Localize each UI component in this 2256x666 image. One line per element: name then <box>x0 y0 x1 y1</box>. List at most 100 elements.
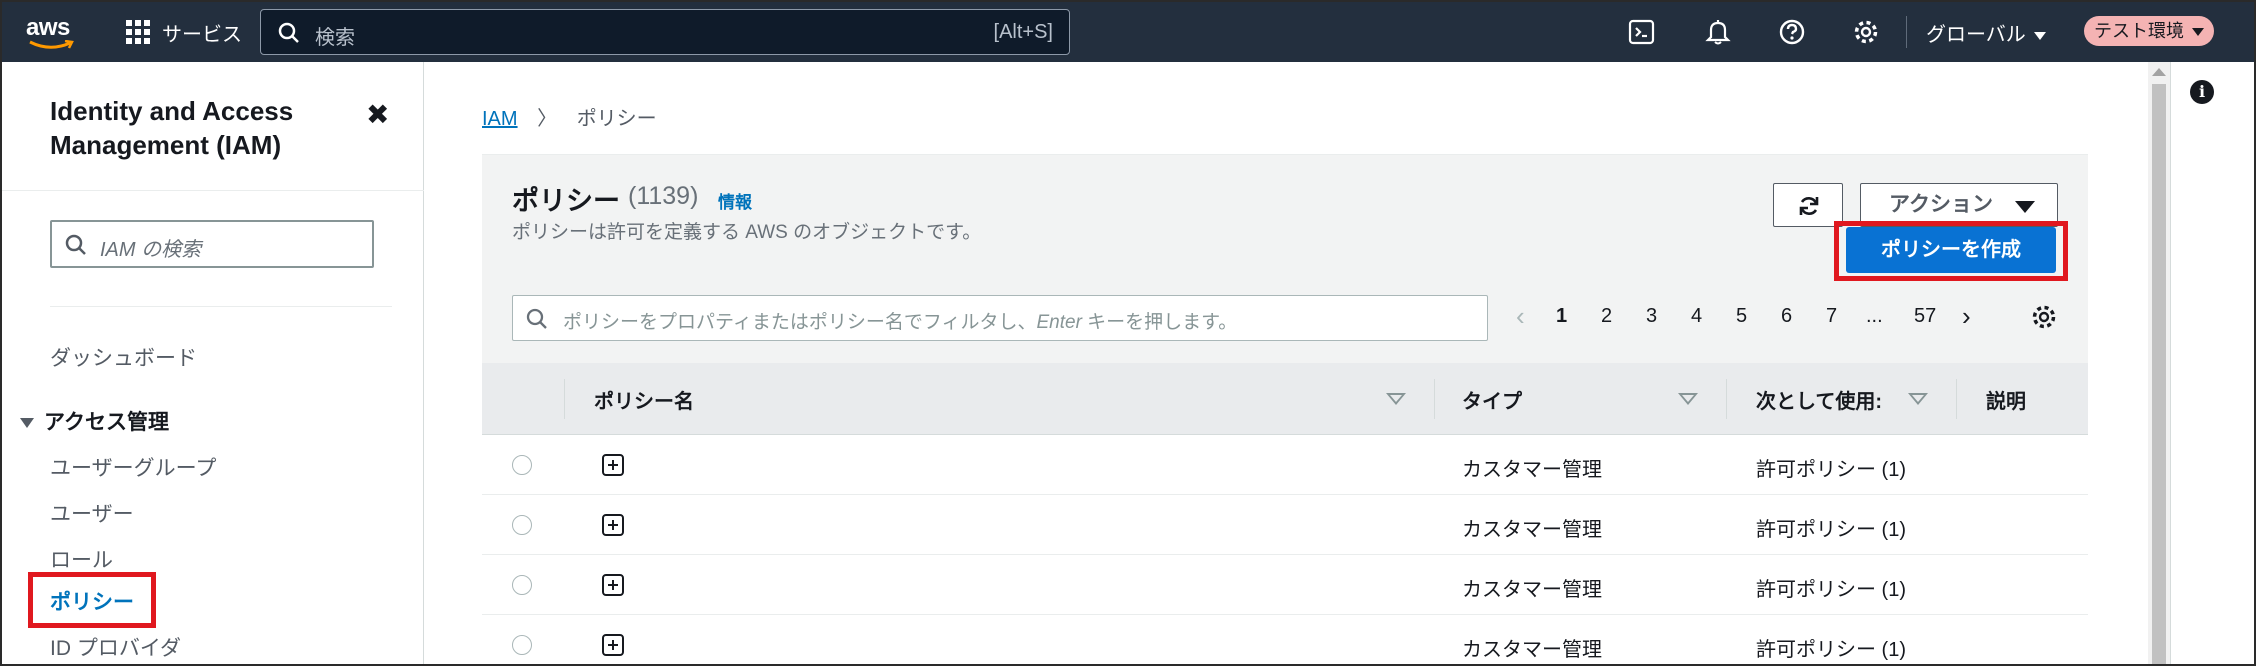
cloudshell-icon[interactable] <box>1628 18 1656 46</box>
page-3[interactable]: 3 <box>1646 305 1657 328</box>
column-header-used-as[interactable]: 次として使用: <box>1756 385 1882 414</box>
settings-gear-icon[interactable] <box>1852 18 1880 46</box>
sidebar-section-label: アクセス管理 <box>44 411 169 434</box>
cell-type: カスタマー管理 <box>1462 639 1602 661</box>
sort-icon[interactable] <box>1678 393 1698 405</box>
scroll-up-arrow-icon[interactable] <box>2152 68 2166 76</box>
region-label: グローバル <box>1926 24 2026 46</box>
expand-row-icon[interactable] <box>602 454 624 476</box>
cell-type: カスタマー管理 <box>1462 459 1602 481</box>
page-title: ポリシー <box>512 186 620 216</box>
nav-separator <box>1906 16 1907 48</box>
expand-row-icon[interactable] <box>602 574 624 596</box>
breadcrumb: IAM 〉 ポリシー <box>482 102 657 131</box>
sidebar-divider <box>50 306 392 307</box>
page-57[interactable]: 57 <box>1914 305 1936 328</box>
sidebar-item-roles[interactable]: ロール <box>50 544 113 574</box>
column-header-description[interactable]: 説明 <box>1986 385 2026 414</box>
breadcrumb-iam-link[interactable]: IAM <box>482 108 518 130</box>
table-row[interactable]: カスタマー管理 許可ポリシー (1) <box>482 435 2088 495</box>
aws-logo[interactable]: aws <box>26 12 82 52</box>
help-icon[interactable] <box>1778 18 1806 46</box>
cell-type: カスタマー管理 <box>1462 519 1602 541</box>
breadcrumb-current: ポリシー <box>576 108 657 130</box>
environment-label: テスト環境 <box>2094 21 2184 41</box>
iam-search-placeholder: IAM の検索 <box>100 239 202 261</box>
sidebar-section-access-management[interactable]: アクセス管理 <box>20 406 169 436</box>
caret-down-icon <box>2015 201 2035 213</box>
policies-table-container: ポリシー (1139) 情報 ポリシーは許可を定義する AWS のオブジェクトで… <box>482 154 2088 664</box>
table-row[interactable]: カスタマー管理 許可ポリシー (1) <box>482 615 2088 664</box>
cell-used-as[interactable]: 許可ポリシー (1) <box>1756 513 1906 542</box>
page-2[interactable]: 2 <box>1601 305 1612 328</box>
table-row[interactable]: カスタマー管理 許可ポリシー (1) <box>482 495 2088 555</box>
page-7[interactable]: 7 <box>1826 305 1837 328</box>
top-navigation-bar: aws サービス 検索 [Alt+S] グローバル テスト環境 <box>2 2 2254 62</box>
page-4[interactable]: 4 <box>1691 305 1702 328</box>
sidebar-item-users[interactable]: ユーザー <box>50 498 134 528</box>
iam-side-navigation: Identity and Access Management (IAM) ✖ I… <box>2 62 424 664</box>
create-policy-button[interactable]: ポリシーを作成 <box>1846 227 2056 273</box>
aws-smile-icon <box>29 40 74 49</box>
page-5[interactable]: 5 <box>1736 305 1747 328</box>
sidebar-title: Identity and Access Management (IAM) <box>50 96 294 160</box>
previous-page-icon[interactable]: ‹ <box>1516 301 1525 332</box>
services-grid-icon[interactable] <box>126 20 150 44</box>
next-page-icon[interactable]: › <box>1962 301 1971 332</box>
search-shortcut: [Alt+S] <box>993 21 1053 43</box>
info-link[interactable]: 情報 <box>718 188 752 213</box>
column-header-policy-name[interactable]: ポリシー名 <box>594 385 694 414</box>
chevron-down-icon <box>2033 31 2046 40</box>
sort-icon[interactable] <box>1386 393 1406 405</box>
expand-row-icon[interactable] <box>602 634 624 656</box>
global-search-input[interactable]: 検索 [Alt+S] <box>260 9 1070 55</box>
sidebar-item-identity-providers[interactable]: ID プロバイダ <box>50 632 181 662</box>
column-header-type[interactable]: タイプ <box>1462 385 1522 414</box>
search-icon <box>278 22 299 43</box>
page-6[interactable]: 6 <box>1781 305 1792 328</box>
row-select-radio[interactable] <box>512 455 532 475</box>
close-icon[interactable]: ✖ <box>366 98 389 131</box>
sidebar-item-user-groups[interactable]: ユーザーグループ <box>50 452 216 482</box>
iam-search-input[interactable]: IAM の検索 <box>50 220 374 268</box>
services-menu[interactable]: サービス <box>162 18 242 47</box>
search-icon <box>526 308 547 329</box>
cell-used-as[interactable]: 許可ポリシー (1) <box>1756 633 1906 662</box>
sort-icon[interactable] <box>1908 393 1928 405</box>
table-row[interactable]: カスタマー管理 許可ポリシー (1) <box>482 555 2088 615</box>
aws-logo-text: aws <box>26 14 70 41</box>
info-icon[interactable]: i <box>2190 80 2214 104</box>
search-icon <box>65 234 86 255</box>
row-select-radio[interactable] <box>512 635 532 655</box>
expand-row-icon[interactable] <box>602 514 624 536</box>
cell-type: カスタマー管理 <box>1462 579 1602 601</box>
chevron-down-icon <box>2192 28 2204 37</box>
policy-filter-input[interactable]: ポリシーをプロパティまたはポリシー名でフィルタし、Enter キーを押します。 <box>512 295 1488 341</box>
scrollbar-thumb[interactable] <box>2152 84 2166 664</box>
sidebar-item-dashboard[interactable]: ダッシュボード <box>50 342 197 372</box>
actions-label: アクション <box>1889 193 1993 216</box>
table-header-row: ポリシー名 タイプ 次として使用: 説明 <box>482 363 2088 435</box>
row-select-radio[interactable] <box>512 575 532 595</box>
region-selector[interactable]: グローバル <box>1926 18 2046 47</box>
page-ellipsis: ... <box>1866 305 1883 327</box>
caret-down-icon <box>20 418 34 429</box>
policy-count: (1139) <box>628 182 699 210</box>
console-frame: aws サービス 検索 [Alt+S] グローバル テスト環境 Identity… <box>0 0 2256 666</box>
filter-placeholder: ポリシーをプロパティまたはポリシー名でフィルタし、Enter キーを押します。 <box>563 312 1238 333</box>
notifications-bell-icon[interactable] <box>1704 18 1732 46</box>
cell-used-as[interactable]: 許可ポリシー (1) <box>1756 453 1906 482</box>
page-1[interactable]: 1 <box>1556 305 1567 328</box>
page-description: ポリシーは許可を定義する AWS のオブジェクトです。 <box>512 222 982 243</box>
refresh-button[interactable] <box>1773 183 1843 227</box>
row-select-radio[interactable] <box>512 515 532 535</box>
global-search-placeholder: 検索 <box>315 27 355 49</box>
sidebar-item-policies[interactable]: ポリシー <box>50 586 134 616</box>
refresh-icon <box>1799 197 1819 215</box>
cell-used-as[interactable]: 許可ポリシー (1) <box>1756 573 1906 602</box>
help-panel-rail <box>2170 62 2254 664</box>
table-preferences-gear-icon[interactable] <box>2030 303 2058 331</box>
account-environment-menu[interactable]: テスト環境 <box>2084 16 2214 46</box>
chevron-right-icon: 〉 <box>537 108 558 130</box>
sidebar-divider <box>2 190 424 191</box>
